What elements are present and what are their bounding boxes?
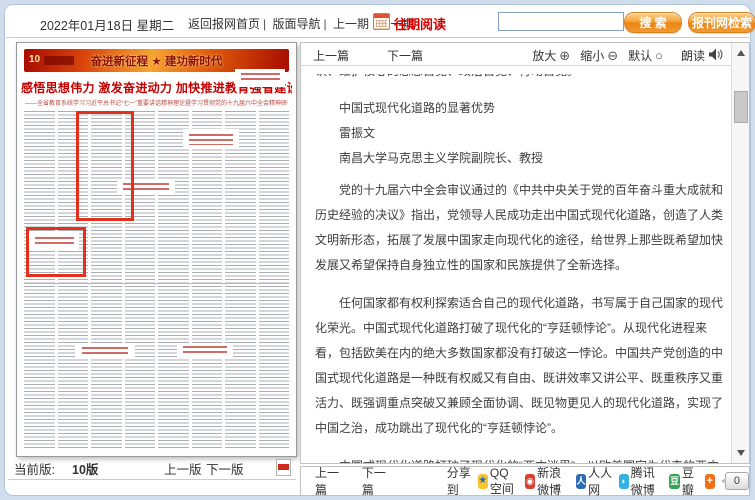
search-input[interactable] — [498, 12, 624, 31]
scrollbar[interactable] — [731, 43, 749, 463]
article-toolbar: 上一篇 下一篇 放大 ⊕ 缩小 ⊖ 默认 ○ 朗读 — [301, 43, 749, 66]
share-renren-button[interactable]: 人 人人网 — [575, 464, 613, 498]
zoom-in-button[interactable]: 放大 — [532, 47, 556, 64]
advanced-search-button[interactable]: 报刊网检索 — [688, 12, 755, 33]
reset-zoom-button[interactable]: 默认 — [628, 47, 652, 64]
highlight-box-article[interactable] — [76, 111, 134, 221]
share-douban-button[interactable]: 豆 豆瓣 — [669, 464, 698, 498]
pdf-icon[interactable] — [276, 459, 291, 476]
qzone-icon: ★ — [477, 473, 488, 489]
article-paragraph: 党的十九届六中全会审议通过的《中共中央关于党的百年奋斗重大成就和历史经验的决议》… — [315, 183, 724, 272]
nav-separator: | — [323, 17, 327, 31]
article-title-stub — [235, 69, 285, 87]
prev-article-link[interactable]: 上一篇 — [313, 47, 349, 64]
calendar-icon — [373, 13, 390, 30]
article-title-stub — [75, 343, 135, 359]
article-paragraph: 中国式现代化道路打破了现代化的“西方迷思”。以欧美国家为代表的西方现代化道路所取… — [315, 454, 726, 463]
nav-prev-issue-link[interactable]: 上一期 — [333, 17, 369, 31]
renren-icon: 人 — [575, 473, 587, 489]
article-author: 雷振文 — [339, 126, 376, 140]
banner-title: 奋进新征程 ★ 建功新时代 — [90, 56, 223, 68]
next-article-link[interactable]: 下一篇 — [387, 47, 423, 64]
article-panel: 上一篇 下一篇 放大 ⊕ 缩小 ⊖ 默认 ○ 朗读 认、维护核心的思想自觉、政治… — [300, 42, 750, 464]
page-columns — [24, 111, 289, 449]
next-page-link[interactable]: 下一版 — [206, 459, 244, 478]
article-paragraph: 任何国家都有权利探索适合自己的现代化道路，书写属于自己国家的现代化荣光。中国式现… — [315, 296, 724, 435]
article-body: 党的十九届六中全会审议通过的《中共中央关于党的百年奋斗重大成就和历史经验的决议》… — [315, 178, 726, 463]
zoom-out-button[interactable]: 缩小 — [580, 47, 604, 64]
prev-page-link[interactable]: 上一版 — [164, 459, 202, 478]
clipped-scroll-line: 认、维护核心的思想自觉、政治自觉、行动自觉。 — [315, 74, 726, 85]
nav-separator: | — [263, 17, 267, 31]
nav-layout-link[interactable]: 版面导航 — [272, 17, 320, 31]
share-prev-article-link[interactable]: 上一篇 — [315, 464, 340, 498]
scroll-down-button[interactable] — [732, 445, 749, 461]
share-next-article-link[interactable]: 下一篇 — [362, 464, 387, 498]
tencent-weibo-icon: ◗ — [618, 473, 629, 489]
scrollbar-thumb[interactable] — [734, 91, 748, 123]
zoom-in-icon[interactable]: ⊕ — [559, 49, 570, 62]
share-bar: 上一篇 下一篇 分享到 ★ QQ空间 ◉ 新浪微博 人 人人网 ◗ 腾讯微博 豆… — [300, 464, 750, 498]
share-to-label: 分享到 — [446, 466, 471, 497]
douban-icon: 豆 — [669, 473, 680, 489]
more-share-icon[interactable]: + — [704, 473, 715, 489]
reset-zoom-icon[interactable]: ○ — [655, 49, 663, 62]
page-pager: 当前版: 10版 上一版 下一版 — [14, 459, 296, 477]
highlight-box-current-article[interactable] — [26, 227, 86, 277]
share-tencent-weibo-button[interactable]: ◗ 腾讯微博 — [618, 464, 664, 498]
article-title: 中国式现代化道路的显著优势 — [339, 101, 496, 115]
page-subtitle: ——全省教育系统学习习近平总书记“七一”重要讲话精神理论暨学习贯彻党的十九届六中… — [25, 101, 288, 107]
nav-home-link[interactable]: 返回报网首页 — [188, 17, 260, 31]
share-qzone-button[interactable]: ★ QQ空间 — [477, 466, 519, 497]
scroll-up-button[interactable] — [732, 45, 749, 61]
article-content: 认、维护核心的思想自觉、政治自觉、行动自觉。 中国式现代化道路的显著优势 雷振文… — [301, 66, 732, 463]
view-controls: 放大 ⊕ 缩小 ⊖ 默认 ○ 朗读 — [532, 47, 723, 64]
issue-date: 2022年01月18日 星期二 — [40, 19, 175, 33]
current-page-label: 当前版: — [14, 463, 55, 477]
sina-weibo-icon: ◉ — [524, 473, 536, 489]
search-button[interactable]: 搜 索 — [624, 12, 682, 33]
divider — [8, 479, 296, 480]
speaker-icon[interactable] — [709, 48, 723, 64]
current-page-value: 10版 — [72, 463, 99, 477]
read-aloud-button[interactable]: 朗读 — [681, 47, 705, 64]
share-sina-weibo-button[interactable]: ◉ 新浪微博 — [524, 464, 570, 498]
page-thumbnail[interactable]: 10 奋进新征程 ★ 建功新时代 感悟思想伟力 激发奋进动力 加快推进教育强省建… — [16, 42, 297, 457]
share-count[interactable]: 0 — [720, 472, 749, 490]
article-meta: 中国式现代化道路的显著优势 雷振文 南昌大学马克思主义学院副院长、教授 — [315, 96, 726, 171]
article-title-stub — [183, 129, 239, 149]
back-issues-link[interactable]: 往期阅读 — [394, 14, 446, 33]
zoom-out-icon[interactable]: ⊖ — [607, 49, 618, 62]
article-affiliation: 南昌大学马克思主义学院副院长、教授 — [339, 151, 544, 165]
article-title-stub — [177, 343, 233, 357]
page-section-rule — [24, 283, 289, 284]
top-bar: 2022年01月18日 星期二 返回报网首页 | 版面导航 | 上一期 下一期 | 往… — [6, 6, 755, 38]
epaper-window: 2022年01月18日 星期二 返回报网首页 | 版面导航 | 上一期 下一期 | 往… — [0, 0, 755, 500]
